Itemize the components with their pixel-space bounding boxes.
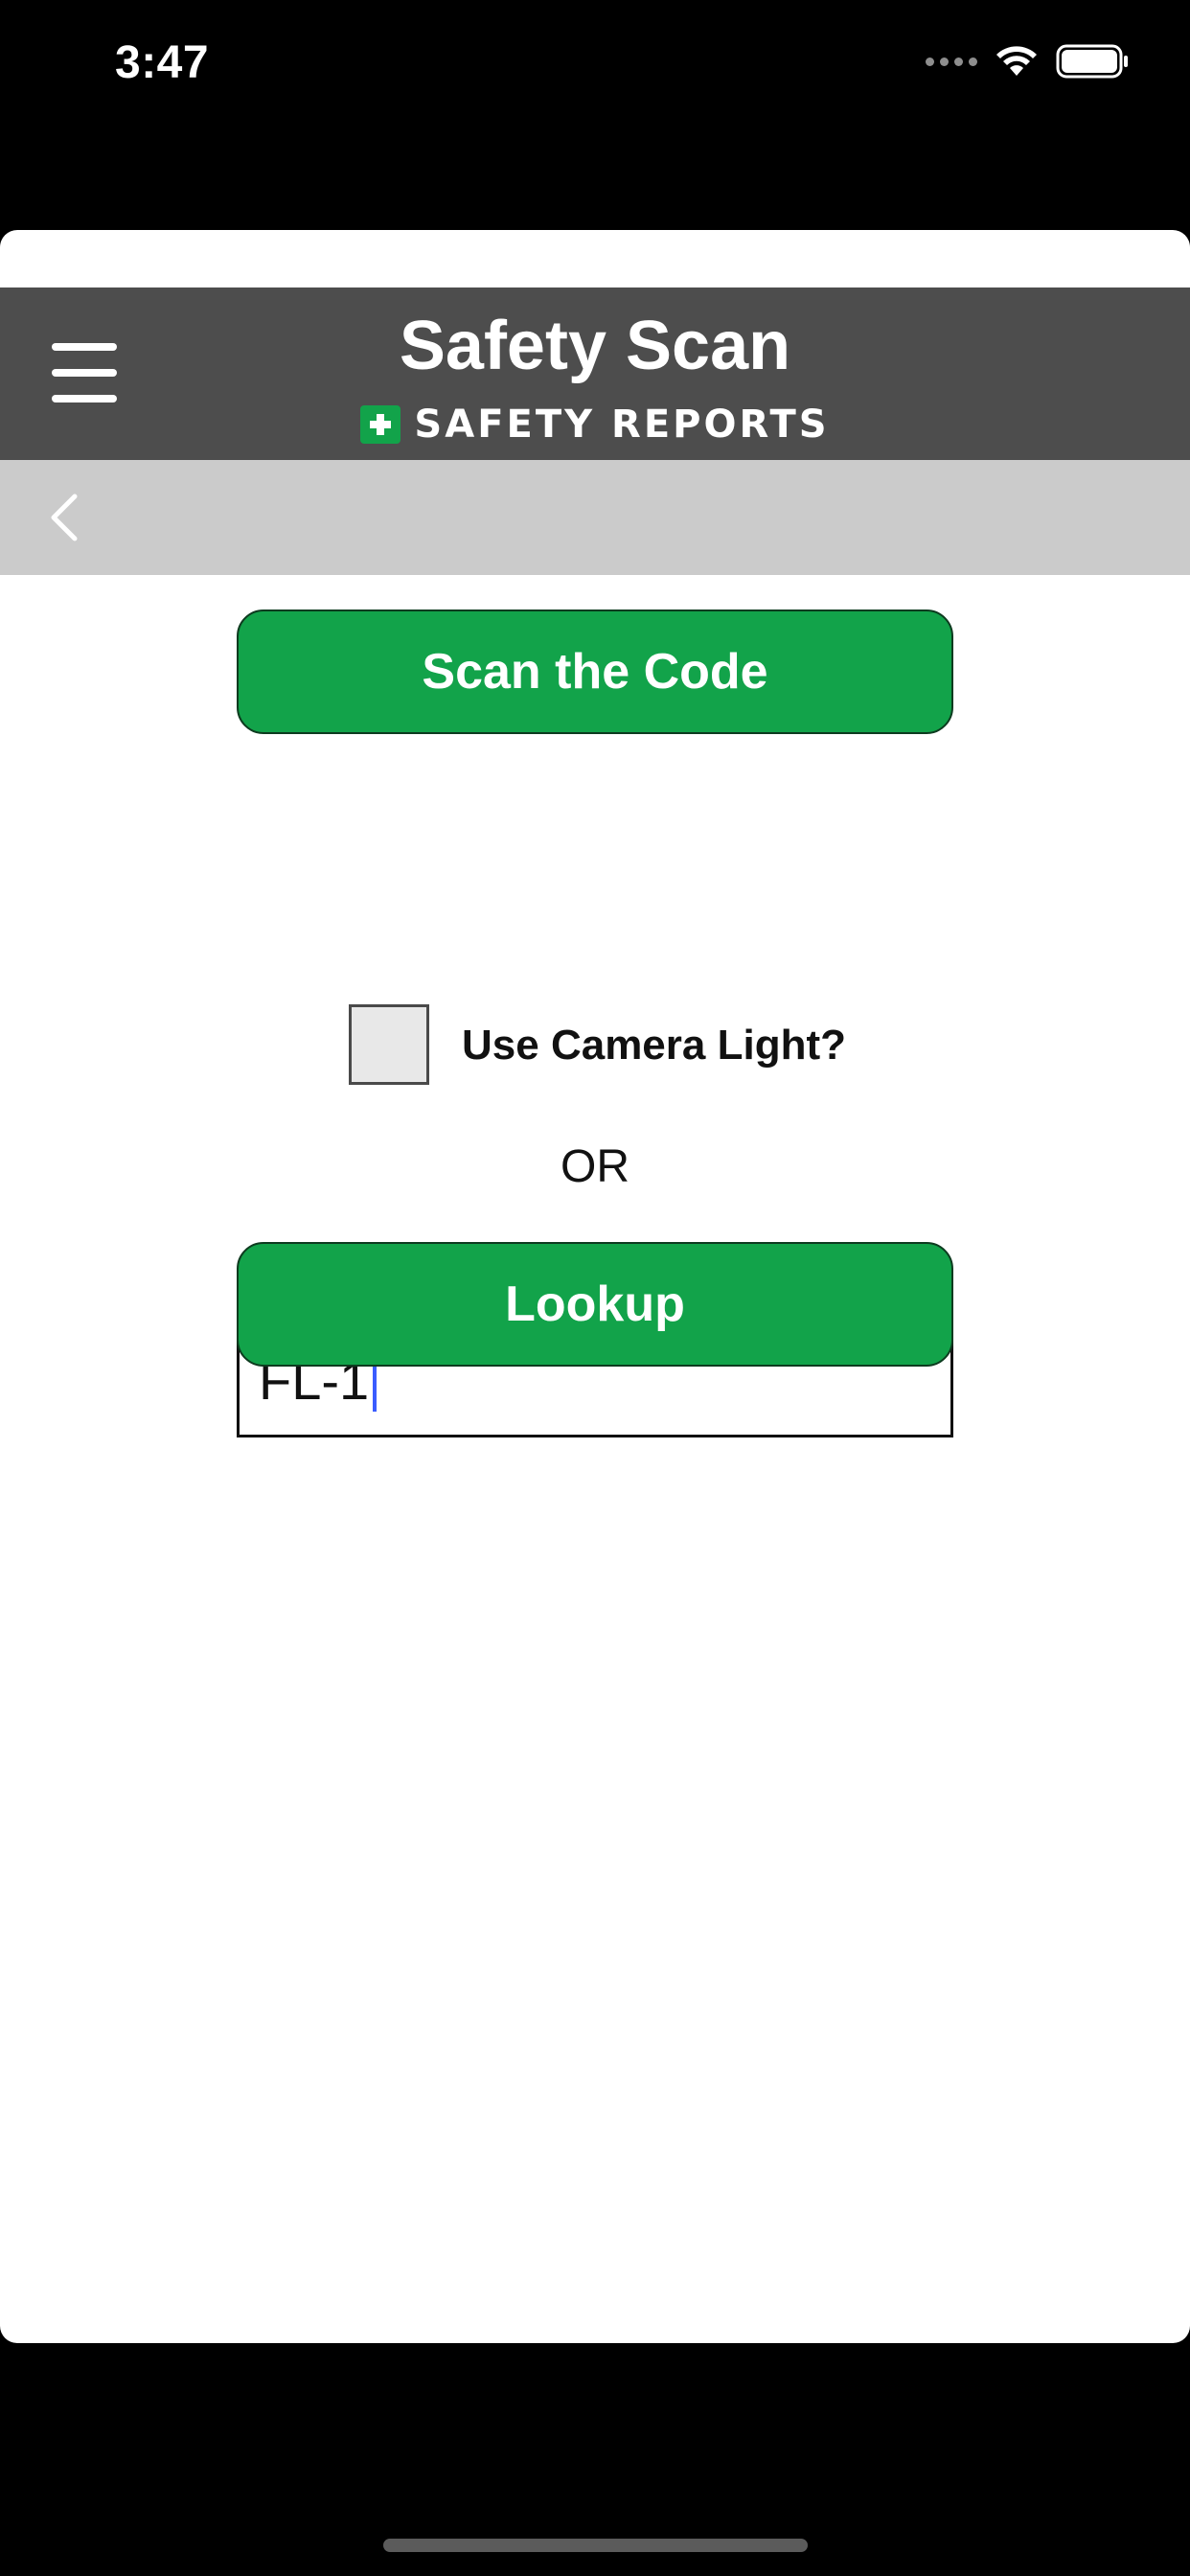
home-indicator[interactable] (383, 2539, 808, 2552)
battery-icon (1056, 44, 1129, 79)
app-title: Safety Scan (399, 308, 791, 384)
camera-light-checkbox[interactable] (349, 1004, 429, 1085)
signal-icon (926, 57, 977, 66)
brand-text: SAFETY REPORTS (414, 402, 830, 447)
status-time: 3:47 (115, 37, 210, 88)
or-divider-text: OR (561, 1141, 629, 1192)
back-chevron-icon[interactable] (42, 489, 84, 546)
app-card: Safety Scan SAFETY REPORTS Scan the Code… (0, 230, 1190, 2343)
app-header: Safety Scan SAFETY REPORTS (0, 288, 1190, 460)
status-icons (926, 44, 1129, 79)
camera-light-label: Use Camera Light? (462, 1022, 846, 1069)
brand-logo: SAFETY REPORTS (0, 402, 1190, 447)
plus-cross-icon (360, 405, 401, 444)
status-bar: 3:47 (0, 0, 1190, 134)
scan-code-button[interactable]: Scan the Code (237, 610, 953, 734)
lookup-button[interactable]: Lookup (237, 1242, 953, 1367)
wifi-icon (995, 44, 1039, 79)
camera-light-row: Use Camera Light? (0, 1004, 1190, 1085)
phone-screen: 3:47 Safety Scan SAFETY REPORTS Scan the… (0, 0, 1190, 2576)
sub-nav-bar (0, 460, 1190, 575)
